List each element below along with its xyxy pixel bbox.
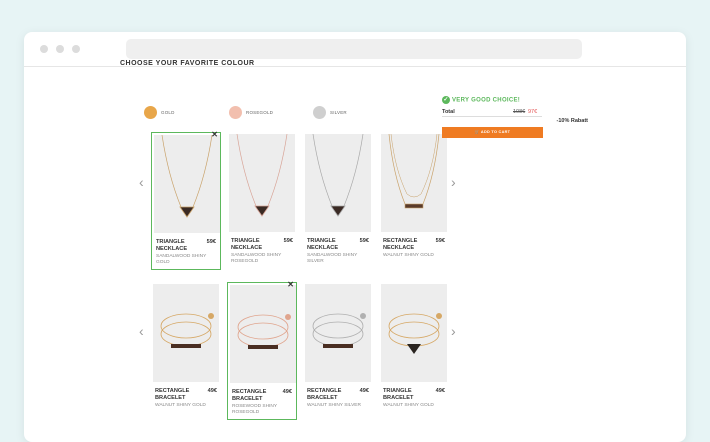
product-price: 49€	[359, 388, 369, 394]
bracelet-image	[160, 313, 214, 348]
colour-label-rosegold: ROSEGOLD	[246, 110, 274, 115]
product-name: TRIANGLE NECKLACE	[307, 238, 339, 251]
bracelets-prev-arrow-icon[interactable]: ‹	[139, 324, 144, 338]
product-price: 49€	[207, 388, 217, 394]
address-bar[interactable]	[126, 39, 582, 59]
product-price: 59€	[206, 239, 216, 245]
add-to-cart-button[interactable]: 🛒 ADD TO CART	[442, 127, 543, 138]
window-dot-icon	[40, 45, 48, 53]
product-price: 49€	[282, 389, 292, 395]
product-name: RECTANGLE BRACELET	[307, 388, 342, 401]
product-name: TRIANGLE NECKLACE	[156, 239, 188, 252]
discount-label: -10% Rabatt	[556, 118, 588, 124]
new-price: 97€	[528, 109, 538, 115]
product-price: 59€	[283, 238, 293, 244]
bracelet-image	[312, 313, 366, 348]
product-name: TRIANGLE NECKLACE	[231, 238, 263, 251]
remove-selection-icon[interactable]: ✕	[287, 280, 294, 289]
product-variant: ROSEWOOD SHINY ROSEGOLD	[232, 404, 277, 415]
product-name: RECTANGLE NECKLACE	[383, 238, 418, 251]
product-image	[229, 134, 295, 232]
product-image	[305, 134, 371, 232]
product-image	[230, 285, 296, 383]
window-dot-icon	[72, 45, 80, 53]
colour-swatch-gold[interactable]	[144, 106, 157, 119]
product-image	[305, 284, 371, 382]
choice-text: VERY GOOD CHOICE!	[452, 97, 521, 104]
product-variant: WALNUT SHINY GOLD	[383, 253, 434, 258]
colour-heading: CHOOSE YOUR FAVORITE COLOUR	[120, 60, 255, 67]
product-name: TRIANGLE BRACELET	[383, 388, 414, 401]
product-card[interactable]: RECTANGLE NECKLACE 59€ WALNUT SHINY GOLD	[379, 132, 449, 270]
window-dot-icon	[56, 45, 64, 53]
product-image	[381, 284, 447, 382]
colour-swatch-silver[interactable]	[313, 106, 326, 119]
colour-label-gold: GOLD	[161, 110, 175, 115]
product-variant: SANDALWOOD SHINY ROSEGOLD	[231, 253, 282, 264]
product-price: 49€	[435, 388, 445, 394]
necklaces-prev-arrow-icon[interactable]: ‹	[139, 175, 144, 189]
product-variant: WALNUT SHINY GOLD	[383, 403, 434, 408]
product-card[interactable]: TRIANGLE NECKLACE 59€ SANDALWOOD SHINY GOL…	[151, 130, 221, 270]
product-variant: SANDALWOOD SHINY GOLD	[156, 254, 207, 265]
necklaces-next-arrow-icon[interactable]: ›	[451, 175, 456, 189]
product-price: 59€	[359, 238, 369, 244]
product-price: 59€	[435, 238, 445, 244]
product-card[interactable]: RECTANGLE BRACELET 49€ ROSEWOOD SHINY ROSE…	[227, 280, 297, 420]
total-label: Total	[442, 109, 455, 115]
product-image	[381, 134, 447, 232]
product-card[interactable]: TRIANGLE NECKLACE 59€ SANDALWOOD SHINY SIL…	[303, 132, 373, 270]
check-circle-icon: ✓	[442, 96, 450, 104]
summary-divider	[442, 116, 542, 117]
product-image	[153, 284, 219, 382]
necklace-image	[388, 134, 440, 209]
product-card[interactable]: RECTANGLE BRACELET 49€ WALNUT SHINY SILVER	[303, 282, 373, 420]
remove-selection-icon[interactable]: ✕	[211, 130, 218, 139]
bracelet-image	[388, 313, 442, 354]
colour-swatch-rosegold[interactable]	[229, 106, 242, 119]
add-to-cart-label: ADD TO CART	[480, 130, 511, 134]
product-image	[154, 135, 220, 233]
product-card[interactable]: RECTANGLE BRACELET 49€ WALNUT SHINY GOLD	[151, 282, 221, 420]
product-variant: SANDALWOOD SHINY SILVER	[307, 253, 358, 264]
product-name: RECTANGLE BRACELET	[155, 388, 190, 401]
product-card[interactable]: TRIANGLE BRACELET 49€ WALNUT SHINY GOLD	[379, 282, 449, 420]
old-price: 108€	[513, 109, 526, 115]
necklace-image	[161, 135, 213, 218]
product-card[interactable]: TRIANGLE NECKLACE 59€ SANDALWOOD SHINY ROS…	[227, 132, 297, 270]
product-variant: WALNUT SHINY GOLD	[155, 403, 206, 408]
necklace-image	[236, 134, 288, 217]
necklace-image	[312, 134, 364, 217]
product-variant: WALNUT SHINY SILVER	[307, 403, 361, 408]
choice-message: ✓ VERY GOOD CHOICE!	[442, 96, 520, 104]
product-name: RECTANGLE BRACELET	[232, 389, 267, 402]
colour-label-silver: SILVER	[330, 110, 347, 115]
bracelets-next-arrow-icon[interactable]: ›	[451, 324, 456, 338]
bracelet-image	[237, 314, 291, 349]
